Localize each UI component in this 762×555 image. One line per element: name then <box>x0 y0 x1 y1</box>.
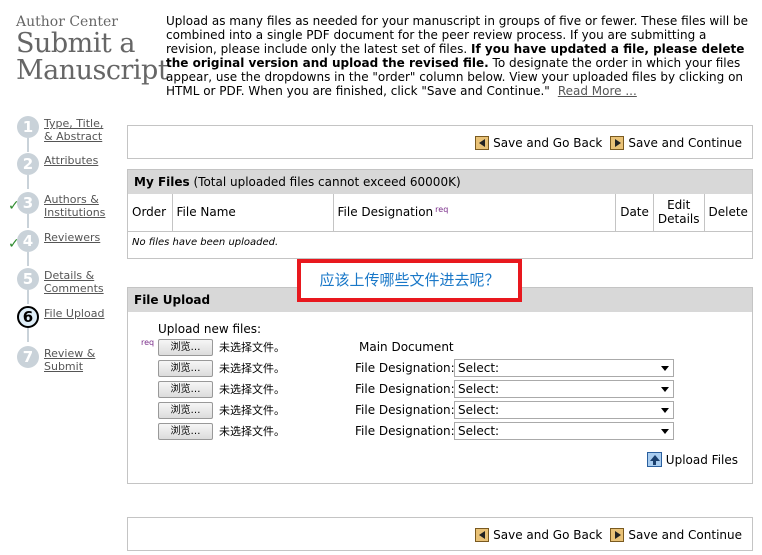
step-number-2-icon: 2 <box>17 153 39 175</box>
required-marker: req <box>435 205 449 215</box>
browse-button[interactable]: 浏览… <box>158 338 213 356</box>
step-label[interactable]: Review & Submit <box>44 347 95 373</box>
brand-title-line1: Submit a <box>16 28 135 59</box>
upload-arrow-icon <box>646 452 662 467</box>
arrow-right-icon <box>610 135 625 150</box>
col-file-name: File Name <box>172 194 334 232</box>
file-designation-select[interactable]: Select: <box>454 422 674 440</box>
top-button-bar: Save and Go Back Save and Continue <box>127 125 753 159</box>
save-and-go-back-button[interactable]: Save and Go Back <box>475 135 602 150</box>
step-number-5-icon: 5 <box>17 268 39 290</box>
no-file-selected: 未选择文件。 <box>219 362 285 375</box>
file-designation-label: File Designation: <box>355 382 455 396</box>
col-date: Date <box>615 194 654 232</box>
step-details-comments[interactable]: 5 Details & Comments <box>8 268 120 304</box>
annotation-callout: 应该上传哪些文件进去呢？ <box>297 259 522 302</box>
step-number-3-icon: 3 <box>17 192 39 214</box>
step-connector <box>27 138 29 152</box>
upload-row-3: 浏览… 未选择文件。 <box>158 380 285 398</box>
browse-button[interactable]: 浏览… <box>158 401 213 419</box>
step-review-submit[interactable]: 7 Review & Submit <box>8 346 120 380</box>
upload-new-files-label: Upload new files: <box>158 322 262 336</box>
save-and-go-back-button[interactable]: Save and Go Back <box>475 527 602 542</box>
step-connector <box>27 214 29 228</box>
step-number-4-icon: 4 <box>17 230 39 252</box>
upload-row-2: 浏览… 未选择文件。 <box>158 359 285 377</box>
step-label[interactable]: Details & Comments <box>44 269 104 295</box>
author-center-brand: Author Center Submit a Manuscript <box>16 14 169 86</box>
step-label[interactable]: Attributes <box>44 154 98 167</box>
step-type-title-abstract[interactable]: 1 Type, Title, & Abstract <box>8 116 120 152</box>
browse-button[interactable]: 浏览… <box>158 422 213 440</box>
no-file-selected: 未选择文件。 <box>219 341 285 354</box>
browse-button[interactable]: 浏览… <box>158 380 213 398</box>
col-edit-details: Edit Details <box>653 194 705 232</box>
upload-files-button[interactable]: Upload Files <box>646 452 738 467</box>
step-connector <box>27 290 29 304</box>
step-number-7-icon: 7 <box>17 346 39 368</box>
my-files-panel: My Files (Total uploaded files cannot ex… <box>127 169 753 259</box>
step-file-upload[interactable]: 6 File Upload <box>8 306 120 342</box>
save-and-continue-button[interactable]: Save and Continue <box>610 527 742 542</box>
instructions-text: Upload as many files as needed for your … <box>166 14 749 98</box>
step-connector <box>27 328 29 342</box>
step-label[interactable]: Reviewers <box>44 231 100 244</box>
file-designation-label: File Designation: <box>355 403 455 417</box>
step-connector <box>27 175 29 189</box>
bottom-button-bar: Save and Go Back Save and Continue <box>127 517 753 551</box>
step-number-1-icon: 1 <box>17 116 39 138</box>
main-document-label: Main Document <box>359 340 454 354</box>
col-delete: Delete <box>704 194 752 232</box>
no-file-selected: 未选择文件。 <box>219 404 285 417</box>
upload-row-4: 浏览… 未选择文件。 <box>158 401 285 419</box>
file-upload-panel: File Upload Upload new files: req 浏览… 未选… <box>127 287 753 484</box>
read-more-link[interactable]: Read More ... <box>558 84 637 98</box>
browse-button[interactable]: 浏览… <box>158 359 213 377</box>
arrow-left-icon <box>475 527 490 542</box>
no-file-selected: 未选择文件。 <box>219 383 285 396</box>
file-designation-select[interactable]: Select: <box>454 380 674 398</box>
col-order: Order <box>128 194 173 232</box>
brand-title-line2: Manuscript <box>16 55 169 86</box>
save-and-continue-button[interactable]: Save and Continue <box>610 135 742 150</box>
col-file-designation: File Designation req <box>333 194 617 232</box>
arrow-right-icon <box>610 527 625 542</box>
no-file-selected: 未选择文件。 <box>219 425 285 438</box>
step-label[interactable]: File Upload <box>44 307 104 320</box>
step-attributes[interactable]: 2 Attributes <box>8 153 120 189</box>
file-designation-label: File Designation: <box>355 361 455 375</box>
step-connector <box>27 252 29 266</box>
file-designation-select[interactable]: Select: <box>454 401 674 419</box>
step-label[interactable]: Type, Title, & Abstract <box>44 117 103 143</box>
arrow-left-icon <box>475 135 490 150</box>
my-files-header: My Files (Total uploaded files cannot ex… <box>128 170 752 194</box>
step-label[interactable]: Authors & Institutions <box>44 193 105 219</box>
no-files-message: No files have been uploaded. <box>132 236 279 248</box>
file-designation-label: File Designation: <box>355 424 455 438</box>
step-reviewers[interactable]: ✓ 4 Reviewers <box>8 230 120 266</box>
step-authors-institutions[interactable]: ✓ 3 Authors & Institutions <box>8 192 120 228</box>
upload-row-5: 浏览… 未选择文件。 <box>158 422 285 440</box>
my-files-table: Order File Name File Designation req Date… <box>128 194 752 253</box>
file-designation-select[interactable]: Select: <box>454 359 674 377</box>
step-number-6-icon: 6 <box>17 306 39 328</box>
required-marker: req <box>141 338 155 347</box>
upload-row-1: 浏览… 未选择文件。 <box>158 338 285 356</box>
